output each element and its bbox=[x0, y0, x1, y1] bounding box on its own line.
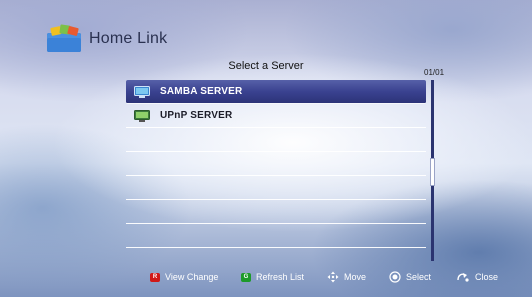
hint-move: Move bbox=[327, 267, 366, 287]
network-server-icon bbox=[134, 85, 150, 98]
hint-label: Close bbox=[475, 272, 499, 282]
page-title: Home Link bbox=[89, 30, 168, 47]
empty-list-row bbox=[126, 152, 426, 176]
directional-pad-icon bbox=[327, 271, 339, 283]
scrollbar-thumb[interactable] bbox=[430, 158, 435, 186]
hint-label: Move bbox=[344, 272, 367, 282]
button-guide: R View Change G Refresh List Move Select… bbox=[0, 267, 532, 287]
red-key-icon: R bbox=[150, 272, 160, 282]
hint-select: Select bbox=[389, 267, 431, 287]
empty-list-row bbox=[126, 176, 426, 200]
server-item-label: SAMBA SERVER bbox=[160, 86, 243, 97]
server-item-samba[interactable]: SAMBA SERVER bbox=[126, 80, 426, 104]
page-counter: 01/01 bbox=[424, 68, 445, 77]
hint-close: Close bbox=[456, 267, 498, 287]
hint-label: Refresh List bbox=[256, 272, 305, 282]
hint-view-change[interactable]: R View Change bbox=[150, 267, 218, 287]
hint-label: View Change bbox=[165, 272, 219, 282]
empty-list-row bbox=[126, 224, 426, 248]
server-list: SAMBA SERVER UPnP SERVER bbox=[126, 80, 426, 248]
empty-list-row bbox=[126, 200, 426, 224]
enter-button-icon bbox=[389, 271, 401, 283]
hint-refresh-list[interactable]: G Refresh List bbox=[241, 267, 304, 287]
server-item-label: UPnP SERVER bbox=[160, 110, 233, 121]
header: Home Link bbox=[45, 24, 167, 54]
hint-label: Select bbox=[406, 272, 432, 282]
scrollbar[interactable] bbox=[430, 80, 435, 261]
server-item-upnp[interactable]: UPnP SERVER bbox=[126, 104, 426, 128]
panel-title: Select a Server bbox=[228, 60, 304, 72]
media-server-icon bbox=[134, 109, 150, 122]
home-link-folder-icon bbox=[47, 24, 81, 52]
return-arrow-icon bbox=[457, 273, 469, 282]
green-key-icon: G bbox=[241, 272, 251, 282]
empty-list-row bbox=[126, 128, 426, 152]
